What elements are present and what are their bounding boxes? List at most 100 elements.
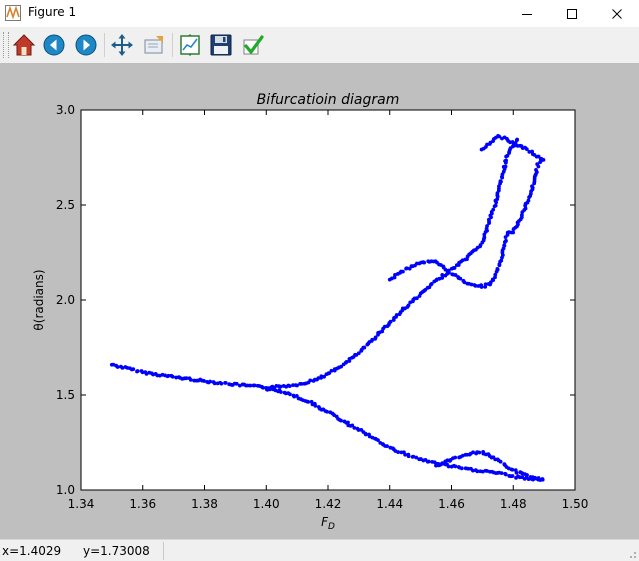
data-point [363, 432, 368, 437]
data-point [510, 467, 515, 472]
data-point [308, 378, 313, 383]
data-point [306, 400, 311, 404]
data-point [362, 345, 367, 350]
toolbar-separator [172, 33, 173, 57]
data-point [131, 367, 136, 372]
data-point [385, 444, 389, 449]
zoom-button[interactable] [140, 31, 168, 59]
data-point [510, 474, 515, 478]
axes-area[interactable] [80, 109, 576, 491]
data-point [511, 230, 516, 235]
edit-parameters-button[interactable] [239, 31, 267, 59]
save-button[interactable] [207, 31, 235, 59]
data-point [135, 369, 140, 373]
maximize-button[interactable] [549, 0, 594, 27]
data-point [495, 267, 500, 271]
data-point [208, 379, 213, 384]
data-point [498, 459, 503, 464]
data-point [533, 476, 537, 480]
toolbar-grip[interactable] [3, 32, 9, 58]
data-point [491, 207, 496, 212]
x-tick-label: 1.40 [253, 497, 280, 511]
y-axis-label: θ(radians) [32, 269, 46, 330]
data-point [502, 243, 507, 248]
y-tick-label: 2.0 [56, 293, 75, 307]
title-bar: Figure 1 [0, 0, 639, 27]
data-point [537, 477, 542, 482]
data-point [453, 455, 458, 460]
data-point [329, 368, 334, 373]
floppy-disk-icon [210, 34, 232, 56]
data-point [219, 381, 224, 386]
data-point [115, 365, 120, 369]
maximize-icon [566, 8, 577, 19]
y-tick-label: 3.0 [56, 103, 75, 117]
x-tick-label: 1.34 [68, 497, 95, 511]
data-point [504, 238, 508, 243]
data-point [447, 270, 451, 275]
cursor-x-readout: x=1.4029 [2, 544, 62, 558]
y-tick-label: 2.5 [56, 198, 75, 212]
data-point [396, 450, 401, 454]
data-point [406, 454, 411, 459]
data-point [325, 409, 329, 414]
x-tick-label: 1.44 [376, 497, 403, 511]
minimize-icon [521, 13, 532, 15]
home-button[interactable] [10, 31, 38, 59]
data-point [313, 403, 318, 408]
home-icon [12, 34, 36, 56]
data-point [477, 450, 482, 455]
y-tick-label: 1.5 [56, 388, 75, 402]
data-point [498, 179, 503, 183]
data-point [287, 384, 292, 389]
toolbar [0, 27, 639, 63]
cursor-y-readout: y=1.73008 [83, 544, 150, 558]
bifurcation-chart[interactable]: 1.34 1.36 1.38 1.40 1.42 1.44 1.46 1.48 1.50 1.0 1… [0, 63, 639, 539]
app-icon [5, 5, 21, 21]
status-bar: x=1.4029 y=1.73008 [0, 539, 639, 561]
data-point [339, 418, 343, 423]
status-divider [163, 542, 164, 560]
data-point [503, 164, 508, 169]
minimize-button[interactable] [504, 0, 549, 27]
window-title: Figure 1 [28, 5, 77, 19]
data-point [170, 374, 175, 379]
forward-button[interactable] [72, 31, 100, 59]
checkmark-icon [243, 35, 264, 55]
close-button[interactable] [594, 0, 639, 27]
pan-arrows-icon [111, 34, 133, 56]
x-tick-label: 1.50 [562, 497, 589, 511]
subplots-button[interactable] [176, 31, 204, 59]
data-point [459, 466, 464, 471]
zoom-rect-icon [144, 36, 163, 54]
pan-button[interactable] [108, 31, 136, 59]
data-point [426, 459, 431, 464]
data-point [248, 383, 253, 388]
data-point [278, 390, 283, 394]
data-point [453, 464, 458, 469]
data-point [515, 137, 520, 142]
figure-canvas[interactable]: 1.34 1.36 1.38 1.40 1.42 1.44 1.46 1.48 1.50 1.0 1… [0, 63, 639, 539]
data-point [400, 269, 405, 274]
data-point [526, 198, 531, 203]
back-button[interactable] [40, 31, 68, 59]
data-point [268, 387, 272, 392]
subplots-icon [180, 34, 200, 56]
data-point [188, 377, 193, 382]
chart-title: Bifurcatioin diagram [257, 92, 400, 108]
data-point [479, 285, 484, 289]
x-tick-label: 1.38 [191, 497, 218, 511]
data-point [540, 477, 545, 481]
forward-arrow-icon [75, 34, 97, 56]
resize-grip-icon[interactable] [627, 549, 637, 559]
data-point [503, 472, 508, 477]
data-point [493, 203, 498, 208]
data-point [422, 260, 427, 265]
data-point [534, 167, 538, 172]
x-tick-label: 1.42 [315, 497, 342, 511]
x-tick-label: 1.46 [438, 497, 465, 511]
back-arrow-icon [43, 34, 65, 56]
y-tick-label: 1.0 [56, 483, 75, 497]
data-point [539, 157, 544, 161]
data-point [223, 380, 228, 385]
